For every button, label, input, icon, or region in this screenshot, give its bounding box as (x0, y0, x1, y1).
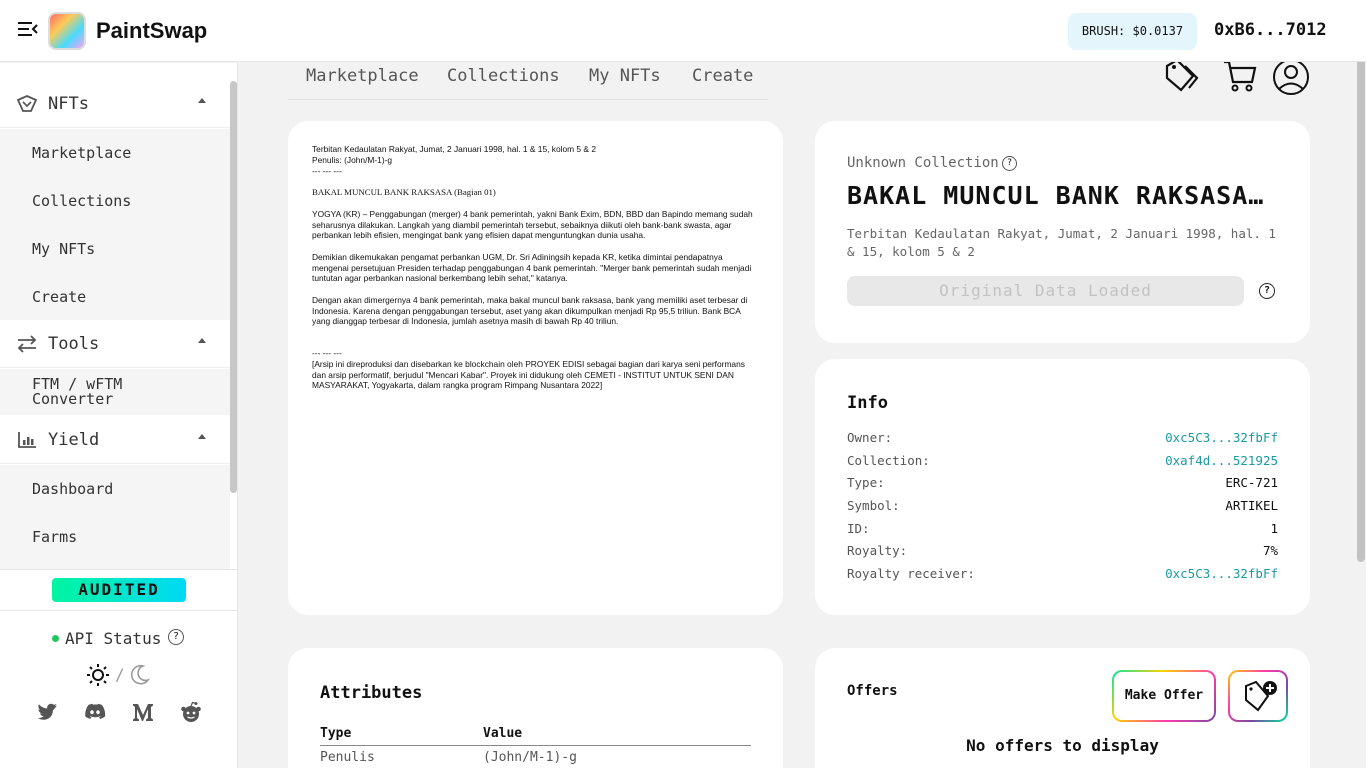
info-key: Owner: (847, 430, 893, 445)
theme-separator: / (115, 665, 125, 684)
table-header: Type (320, 726, 352, 741)
reddit-icon[interactable] (179, 700, 203, 724)
help-icon[interactable]: ? (1002, 156, 1017, 171)
info-key: Royalty: (847, 543, 908, 558)
swap-arrows-icon (17, 335, 37, 353)
brush-price-badge[interactable]: BRUSH: $0.0137 (1068, 13, 1197, 50)
status-dot (52, 635, 59, 642)
twitter-icon[interactable] (35, 700, 59, 724)
info-key: Symbol: (847, 498, 900, 513)
no-offers-message: No offers to display (966, 736, 1159, 755)
doc-footer: [Arsip ini direproduksi dan disebarkan k… (312, 359, 745, 391)
tab-marketplace[interactable]: Marketplace (306, 66, 419, 86)
nav-tabs: Marketplace Collections My NFTs Create (288, 62, 768, 100)
tools-submenu: FTM / wFTM Converter (0, 369, 230, 415)
audited-badge[interactable]: AUDITED (52, 578, 186, 602)
sidebar-section-tools[interactable]: Tools (0, 320, 230, 368)
attribute-type: Penulis (320, 750, 375, 765)
doc-author-line: Penulis: (John/M-1)-g (312, 155, 393, 165)
nft-icon (16, 95, 38, 112)
doc-separator: --- --- --- (312, 166, 342, 176)
doc-heading: BAKAL MUNCUL BANK RAKSASA (Bagian 01) (312, 187, 496, 197)
sidebar-section-label: Tools (48, 334, 100, 354)
doc-paragraph: Dengan akan dimergernya 4 bank pemerinta… (312, 295, 748, 327)
sidebar-section-label: Yield (48, 430, 100, 450)
sidebar-item-farms[interactable]: Farms (32, 528, 77, 546)
info-value: 7% (1262, 543, 1278, 558)
tab-collections[interactable]: Collections (447, 66, 560, 86)
sidebar-item-my-nfts[interactable]: My NFTs (32, 240, 95, 258)
page-scrollbar[interactable] (1357, 30, 1365, 562)
menu-icon[interactable] (18, 20, 38, 38)
tag-plus-icon (1245, 680, 1277, 712)
attribute-value: (John/M-1)-g (483, 750, 577, 765)
collapse-caret-icon[interactable] (198, 338, 206, 343)
divider (320, 745, 751, 746)
sidebar-item-marketplace[interactable]: Marketplace (32, 144, 131, 162)
original-data-button[interactable]: Original Data Loaded (847, 276, 1244, 306)
collapse-caret-icon[interactable] (198, 434, 206, 439)
sidebar-item-dashboard[interactable]: Dashboard (32, 480, 113, 498)
doc-separator: --- --- --- (312, 348, 342, 358)
sun-icon[interactable] (87, 664, 109, 686)
attributes-card: Attributes Type Value Penulis (John/M-1)… (288, 648, 783, 768)
nft-image-card: Terbitan Kedaulatan Rakyat, Jumat, 2 Jan… (288, 121, 783, 615)
nft-title-card: Unknown Collection ? BAKAL MUNCUL BANK R… (815, 121, 1310, 343)
info-key: Royalty receiver: (847, 566, 975, 581)
paintswap-logo[interactable] (48, 12, 86, 50)
nft-description: Terbitan Kedaulatan Rakyat, Jumat, 2 Jan… (847, 226, 1276, 259)
offers-card: Offers Make Offer No offers to display (815, 648, 1310, 768)
tab-create[interactable]: Create (692, 66, 753, 86)
divider (0, 610, 238, 611)
nft-title: BAKAL MUNCUL BANK RAKSASA (Bagian 01) (847, 181, 1277, 210)
offers-title: Offers (847, 683, 898, 699)
medium-icon[interactable] (131, 700, 155, 724)
sidebar-section-yield[interactable]: Yield (0, 416, 230, 464)
brand-name[interactable]: PaintSwap (96, 18, 207, 44)
discord-icon[interactable] (83, 700, 107, 724)
wallet-address[interactable]: 0xB6...7012 (1214, 20, 1327, 40)
make-offer-button[interactable]: Make Offer (1112, 670, 1216, 722)
info-value: 1 (1270, 521, 1278, 536)
doc-source-line: Terbitan Kedaulatan Rakyat, Jumat, 2 Jan… (312, 144, 596, 154)
user-icon[interactable] (1272, 58, 1310, 96)
info-key: Type: (847, 475, 885, 490)
help-icon[interactable]: ? (168, 629, 184, 645)
collection-name[interactable]: Unknown Collection (847, 155, 999, 171)
doc-paragraph: YOGYA (KR) – Penggabungan (merger) 4 ban… (312, 209, 753, 241)
sidebar-section-label: NFTs (48, 94, 89, 114)
tab-my-nfts[interactable]: My NFTs (589, 66, 661, 86)
info-title: Info (847, 393, 888, 413)
tag-icon[interactable] (1163, 58, 1201, 94)
top-bar: PaintSwap BRUSH: $0.0137 0xB6...7012 (0, 0, 1366, 62)
table-header: Value (483, 726, 523, 741)
moon-icon[interactable] (128, 664, 150, 686)
attributes-title: Attributes (320, 683, 423, 703)
sidebar: NFTs Marketplace Collections My NFTs Cre… (0, 63, 238, 768)
info-value: ERC-721 (1225, 475, 1278, 490)
collection-link[interactable]: 0xaf4d...521925 (1165, 453, 1278, 468)
info-card: Info Owner: 0xc5C3...32fbFf Collection: 0x… (815, 359, 1310, 615)
divider (0, 569, 238, 570)
help-icon[interactable]: ? (1259, 283, 1275, 299)
royalty-receiver-link[interactable]: 0xc5C3...32fbFf (1165, 566, 1278, 581)
info-key: Collection: (847, 453, 930, 468)
info-key: ID: (847, 521, 870, 536)
info-value: ARTIKEL (1225, 498, 1278, 513)
collapse-caret-icon[interactable] (198, 98, 206, 103)
chart-icon (18, 432, 36, 448)
sidebar-scrollbar[interactable] (230, 81, 237, 493)
nfts-submenu: Marketplace Collections My NFTs Create (0, 129, 230, 321)
api-status-label[interactable]: API Status (65, 629, 161, 648)
add-offer-button[interactable] (1228, 670, 1288, 722)
sidebar-item-create[interactable]: Create (32, 288, 86, 306)
cart-icon[interactable] (1222, 58, 1258, 94)
sidebar-item-collections[interactable]: Collections (32, 192, 131, 210)
doc-paragraph: Demikian dikemukakan pengamat perbankan … (312, 252, 752, 284)
sidebar-item-ftm-converter[interactable]: FTM / wFTM Converter (32, 377, 142, 407)
yield-submenu: Dashboard Farms (0, 465, 230, 569)
sidebar-section-nfts[interactable]: NFTs (0, 80, 230, 128)
owner-link[interactable]: 0xc5C3...32fbFf (1165, 430, 1278, 445)
